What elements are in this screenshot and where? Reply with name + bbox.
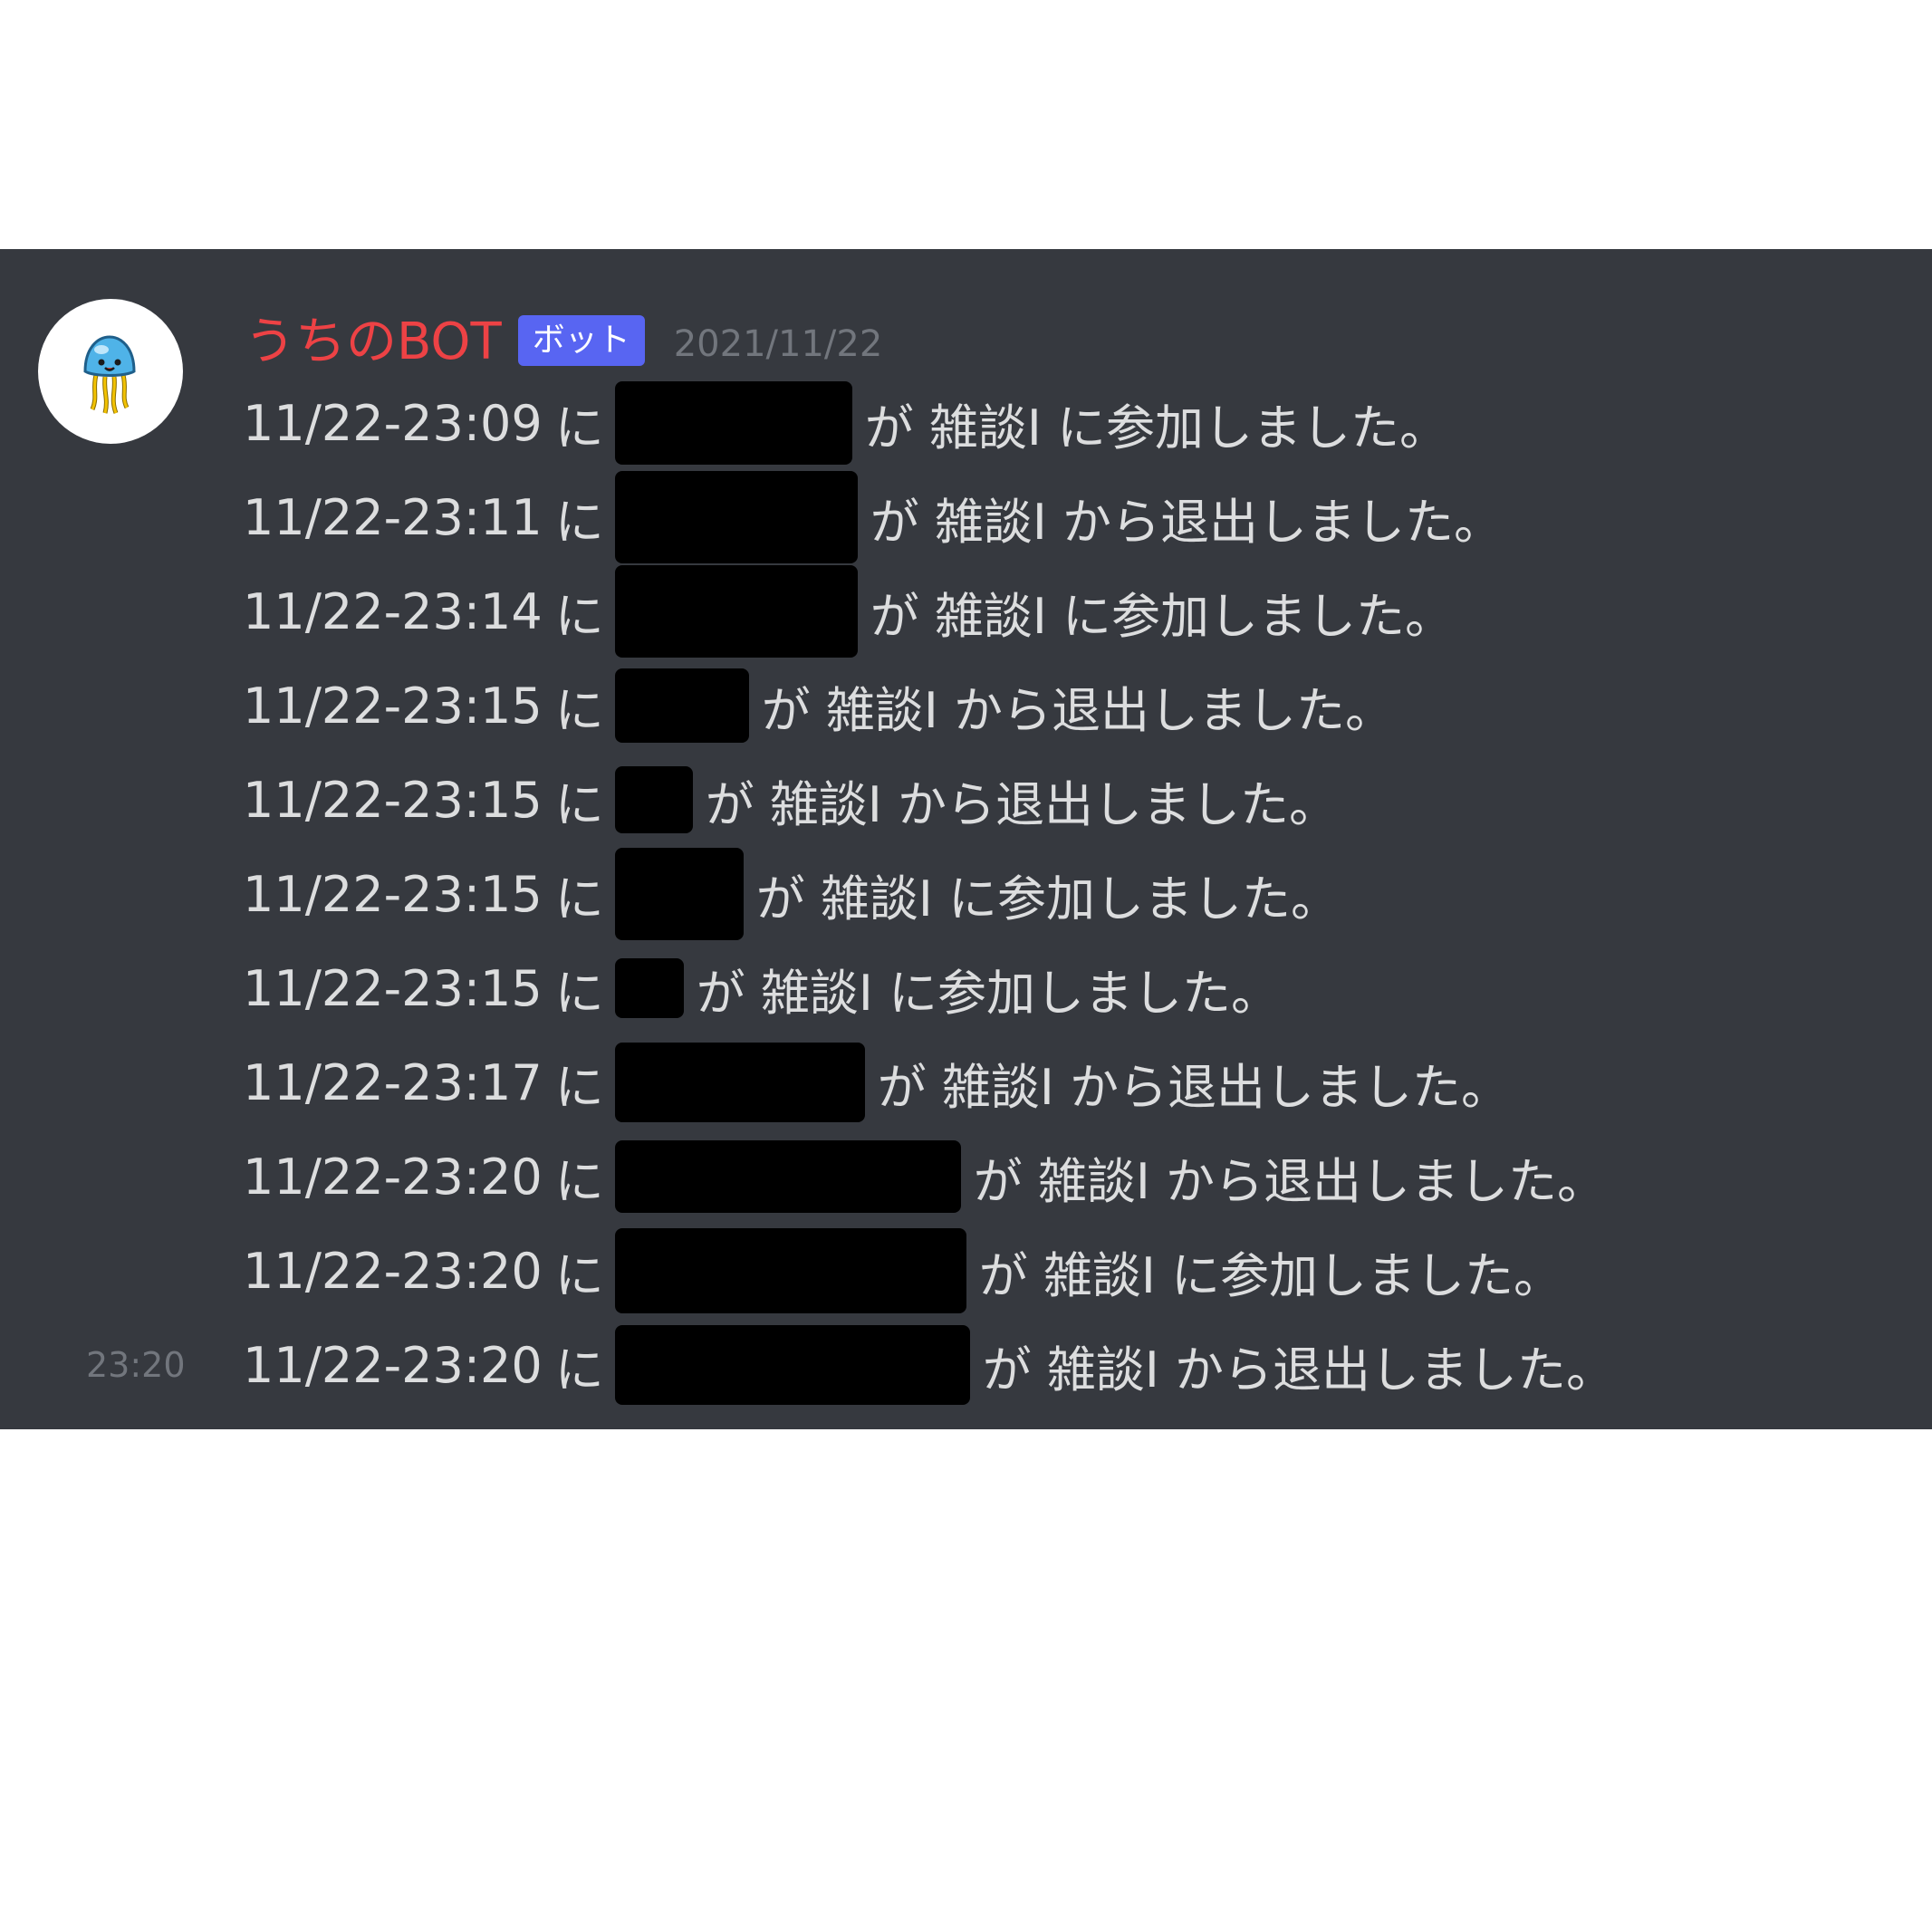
event-time: 11/22-23:20 (243, 1336, 543, 1394)
event-text: が 雑談Ⅰ から退出しました。 (877, 1058, 1510, 1116)
event-time: 11/22-23:14 (243, 582, 543, 640)
event-time: 11/22-23:15 (243, 959, 543, 1017)
message-line: 11/22-23:20 に が 雑談Ⅰ に参加しました。 (0, 1224, 1932, 1318)
bot-tag: ボット (517, 315, 645, 366)
author-name[interactable]: うちのBOT (245, 313, 502, 371)
event-time: 11/22-23:15 (243, 865, 543, 923)
particle: に (554, 1058, 604, 1116)
redacted-username (614, 1043, 865, 1122)
particle: に (554, 870, 604, 928)
event-text: が 雑談Ⅰ から退出しました。 (870, 493, 1503, 551)
event-text: が 雑談Ⅰ に参加しました。 (978, 1246, 1562, 1304)
redacted-username (614, 668, 749, 743)
particle: に (554, 493, 604, 551)
particle: に (554, 1341, 604, 1399)
event-text: が 雑談Ⅰ から退出しました。 (982, 1341, 1615, 1399)
redacted-username (614, 848, 744, 940)
redacted-username (614, 1228, 966, 1313)
message-panel: うちのBOT ボット 2021/11/22 11/22-23:09 に が 雑談… (0, 249, 1932, 1429)
message-line: 11/22-23:09 に が 雑談Ⅰ に参加しました。 (0, 376, 1932, 470)
particle: に (554, 399, 604, 457)
message-line: 11/22-23:15 に が 雑談Ⅰ から退出しました。 (0, 658, 1932, 753)
particle: に (554, 1152, 604, 1210)
redacted-username (614, 565, 858, 658)
message-line: 11/22-23:15 に が 雑談Ⅰ から退出しました。 (0, 753, 1932, 847)
message-body: 11/22-23:09 に が 雑談Ⅰ に参加しました。 11/22-23:11… (0, 376, 1932, 1412)
event-time: 11/22-23:15 (243, 677, 543, 735)
particle: に (554, 964, 604, 1022)
redacted-username (614, 1325, 970, 1405)
event-time: 11/22-23:09 (243, 394, 543, 452)
event-text: が 雑談Ⅰ から退出しました。 (761, 681, 1394, 739)
event-time: 11/22-23:20 (243, 1148, 543, 1206)
message-line: 11/22-23:15 に が 雑談Ⅰ に参加しました。 (0, 941, 1932, 1035)
message-line: 11/22-23:14 に が 雑談Ⅰ に参加しました。 (0, 564, 1932, 658)
event-text: が 雑談Ⅰ に参加しました。 (864, 399, 1448, 457)
event-text: が 雑談Ⅰ から退出しました。 (973, 1152, 1606, 1210)
event-text: が 雑談Ⅰ に参加しました。 (755, 870, 1340, 928)
redacted-username (614, 381, 852, 465)
particle: に (554, 681, 604, 739)
message-line: 11/22-23:20 に が 雑談Ⅰ から退出しました。 (0, 1129, 1932, 1224)
particle: に (554, 587, 604, 645)
event-time: 11/22-23:11 (243, 488, 543, 546)
message-line: 11/22-23:11 に が 雑談Ⅰ から退出しました。 (0, 470, 1932, 564)
message-header: うちのBOT ボット 2021/11/22 (245, 299, 882, 371)
event-time: 11/22-23:15 (243, 771, 543, 829)
redacted-username (614, 766, 693, 833)
message-line: 11/22-23:15 に が 雑談Ⅰ に参加しました。 (0, 847, 1932, 941)
event-time: 11/22-23:17 (243, 1053, 543, 1111)
redacted-username (614, 958, 684, 1018)
redacted-username (614, 1140, 961, 1213)
particle: に (554, 775, 604, 833)
redacted-username (614, 471, 858, 563)
message-line: 11/22-23:17 に が 雑談Ⅰ から退出しました。 (0, 1035, 1932, 1129)
message-date: 2021/11/22 (673, 323, 883, 365)
event-text: が 雑談Ⅰ に参加しました。 (870, 587, 1454, 645)
event-text: が 雑談Ⅰ に参加しました。 (696, 964, 1280, 1022)
hover-timestamp: 23:20 (86, 1345, 186, 1385)
particle: に (554, 1246, 604, 1304)
event-text: が 雑談Ⅰ から退出しました。 (705, 775, 1338, 833)
message-line: 23:20 11/22-23:20 に が 雑談Ⅰ から退出しました。 (0, 1318, 1932, 1412)
event-time: 11/22-23:20 (243, 1242, 543, 1300)
